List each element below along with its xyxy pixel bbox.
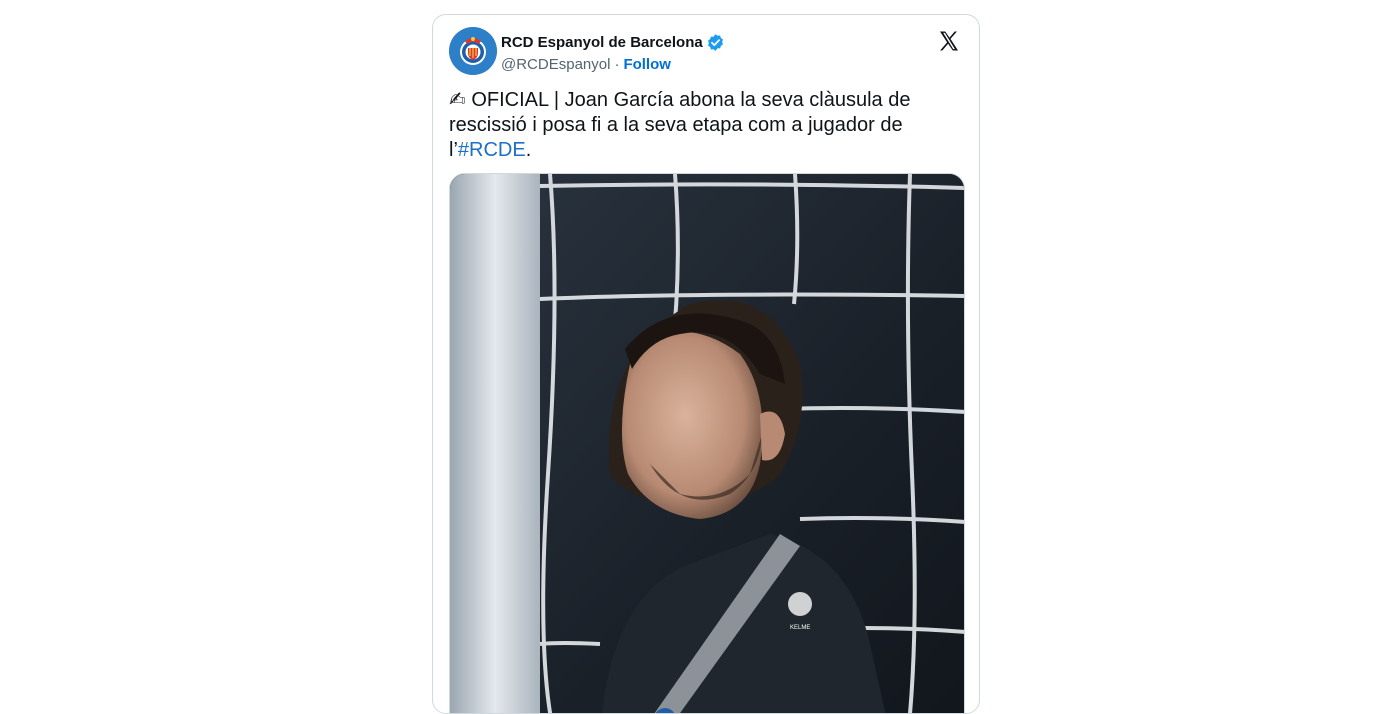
author-handle[interactable]: @RCDEspanyol xyxy=(501,56,610,73)
svg-text:KELME: KELME xyxy=(790,625,810,631)
embedded-tweet-card[interactable]: RCD Espanyol de Barcelona @RCDEspanyol ·… xyxy=(432,14,980,714)
hashtag-link[interactable]: #RCDE xyxy=(458,139,526,161)
club-crest-icon xyxy=(449,27,497,75)
verified-badge-icon xyxy=(706,33,725,52)
author-name-row: RCD Espanyol de Barcelona xyxy=(501,31,725,53)
author-display-name[interactable]: RCD Espanyol de Barcelona xyxy=(501,34,703,51)
tweet-header: RCD Espanyol de Barcelona @RCDEspanyol ·… xyxy=(449,27,963,79)
separator-dot: · xyxy=(614,55,620,73)
follow-button[interactable]: Follow xyxy=(623,56,671,73)
avatar[interactable] xyxy=(449,27,497,75)
writing-hand-emoji: ✍ xyxy=(449,89,466,111)
tweet-trailing-text: . xyxy=(525,139,532,161)
tweet-media-photo[interactable]: KELME xyxy=(449,173,965,713)
author-handle-row: @RCDEspanyol · Follow xyxy=(501,54,671,74)
x-logo-icon[interactable] xyxy=(937,29,961,53)
tweet-text: ✍ OFICIAL | Joan García abona la seva cl… xyxy=(449,88,949,163)
